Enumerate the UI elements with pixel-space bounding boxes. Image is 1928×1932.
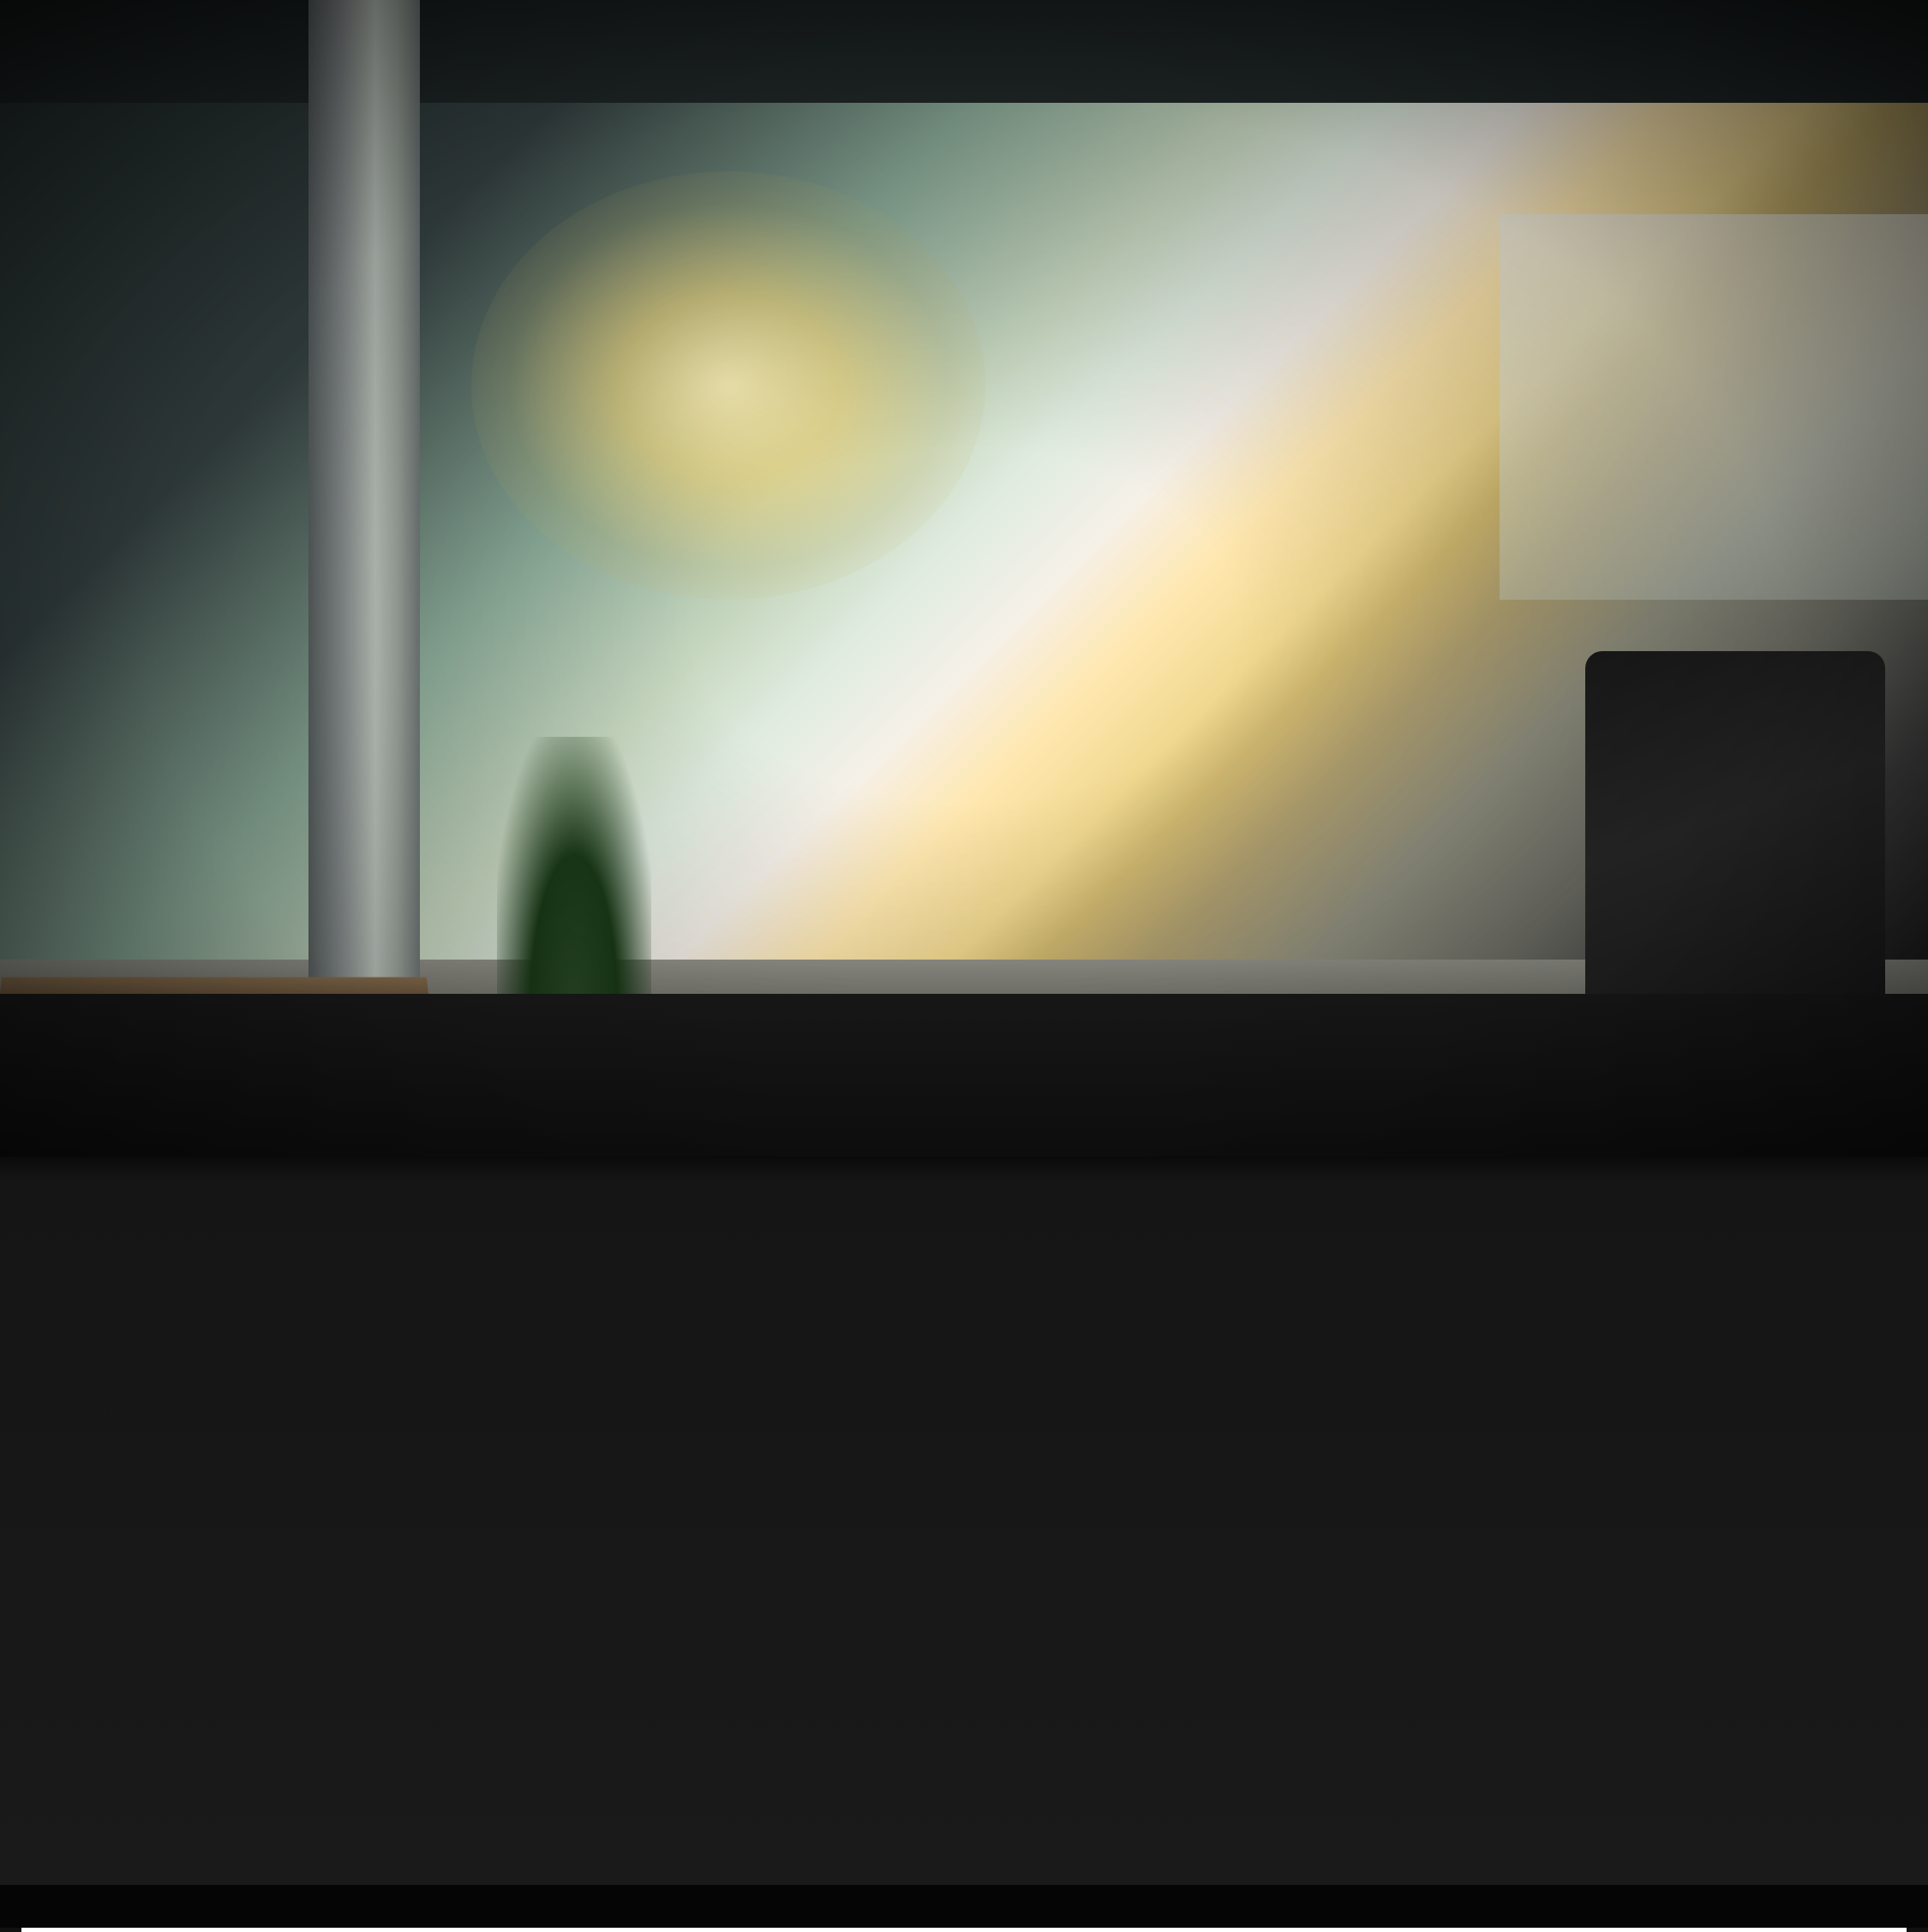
laptop-bottom xyxy=(0,1885,1928,1928)
window-glow xyxy=(471,171,985,600)
office-column xyxy=(308,0,420,1114)
window-right xyxy=(1500,214,1928,600)
monitor-bezel xyxy=(0,1157,1928,1928)
photo-background xyxy=(0,0,1928,1251)
